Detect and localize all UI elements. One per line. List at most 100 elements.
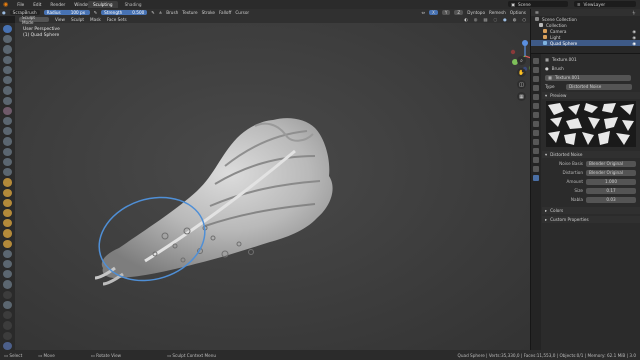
strength-pressure-icon[interactable]: ✎ bbox=[151, 10, 155, 15]
radius-pressure-icon[interactable]: ✎ bbox=[94, 10, 98, 15]
box-mask-icon[interactable] bbox=[3, 311, 12, 320]
slide-relax-icon[interactable] bbox=[3, 249, 12, 259]
3d-viewport[interactable]: Sculpt Mode View Sculpt Mask Face Sets ◐… bbox=[15, 16, 530, 350]
simplify-icon[interactable] bbox=[3, 280, 12, 289]
mask-icon[interactable] bbox=[3, 290, 12, 299]
layer-icon[interactable] bbox=[3, 76, 12, 85]
smooth-icon[interactable] bbox=[3, 116, 12, 126]
world-tab-icon[interactable] bbox=[533, 103, 539, 109]
type-dropdown[interactable]: Distorted Noise bbox=[566, 83, 632, 90]
status-rotate: ▭ Rotate View bbox=[91, 353, 121, 358]
pan-hand-icon[interactable]: ✋ bbox=[517, 68, 526, 77]
axis-y-toggle[interactable]: Y bbox=[441, 10, 451, 15]
inflate-icon[interactable] bbox=[3, 86, 12, 95]
data-tab-icon[interactable] bbox=[533, 157, 539, 163]
colors-section-header[interactable]: ▸ Colors bbox=[542, 207, 640, 214]
modifier-tab-icon[interactable] bbox=[533, 121, 539, 127]
direction-icon[interactable]: ± bbox=[159, 10, 163, 15]
blender-logo-icon[interactable]: ◉ bbox=[3, 1, 8, 8]
menu-stroke[interactable]: Stroke bbox=[202, 10, 215, 15]
boundary-icon[interactable] bbox=[3, 260, 12, 269]
distorted-noise-section-header[interactable]: ▾ Distorted Noise bbox=[542, 151, 640, 158]
brush-icon[interactable]: ● bbox=[2, 10, 6, 15]
noise-basis-dropdown[interactable]: Blender Original bbox=[586, 160, 636, 167]
tool-tab-icon[interactable] bbox=[533, 58, 539, 64]
brush-selector[interactable]: ScrapBrush bbox=[9, 10, 40, 15]
tab-sculpting[interactable]: Sculpting bbox=[88, 1, 118, 8]
clay-icon[interactable] bbox=[3, 45, 12, 54]
eye-icon[interactable]: ◉ bbox=[632, 35, 636, 40]
options-menu[interactable]: Options bbox=[510, 10, 526, 15]
symmetry-icon[interactable]: ⇔ bbox=[421, 10, 425, 15]
crease-icon[interactable] bbox=[3, 106, 12, 115]
strength-field[interactable]: Strength 0.500 bbox=[101, 10, 148, 15]
texture-tab-icon[interactable] bbox=[533, 175, 539, 181]
preview-section-header[interactable]: ▾ Preview bbox=[542, 92, 640, 99]
snake-hook-icon[interactable] bbox=[3, 198, 12, 207]
camera-view-icon[interactable]: ◫ bbox=[517, 80, 526, 89]
render-tab-icon[interactable] bbox=[533, 67, 539, 73]
transform-icon[interactable] bbox=[3, 331, 12, 340]
amount-label: Amount bbox=[566, 179, 583, 184]
dyntopo-toggle[interactable]: Dyntopo bbox=[467, 10, 485, 15]
nudge-icon[interactable] bbox=[3, 229, 12, 238]
object-tab-icon[interactable] bbox=[533, 112, 539, 118]
output-tab-icon[interactable] bbox=[533, 76, 539, 82]
grab-icon[interactable] bbox=[3, 178, 12, 187]
radius-field[interactable]: Radius 100 px bbox=[43, 10, 90, 15]
thumb-icon[interactable] bbox=[3, 208, 12, 218]
fill-icon[interactable] bbox=[3, 137, 12, 146]
outliner-item-quad-sphere[interactable]: Quad Sphere ◉ bbox=[531, 40, 640, 46]
eye-icon[interactable]: ◉ bbox=[632, 29, 636, 34]
cloth-icon[interactable] bbox=[3, 270, 12, 279]
distortion-dropdown[interactable]: Blender Original bbox=[586, 169, 636, 176]
filter-icon[interactable]: ⏚ bbox=[632, 10, 636, 16]
physics-tab-icon[interactable] bbox=[533, 139, 539, 145]
pose-icon[interactable] bbox=[3, 219, 12, 228]
menu-edit[interactable]: Edit bbox=[33, 2, 41, 7]
particles-tab-icon[interactable] bbox=[533, 130, 539, 136]
menu-texture[interactable]: Texture bbox=[182, 10, 197, 15]
brush-row[interactable]: ● Brush bbox=[542, 65, 640, 72]
texture-selector[interactable]: ▦ Texture.001 bbox=[545, 74, 631, 81]
draw-face-sets-icon[interactable] bbox=[3, 300, 12, 310]
clay-thumb-icon[interactable] bbox=[3, 65, 12, 75]
tab-shading[interactable]: Shading bbox=[120, 1, 147, 8]
elastic-deform-icon[interactable] bbox=[3, 188, 12, 197]
display-mode-icon[interactable]: ☰ bbox=[535, 10, 539, 15]
menu-render[interactable]: Render bbox=[50, 2, 65, 7]
rotate-icon[interactable] bbox=[3, 239, 12, 248]
material-tab-icon[interactable] bbox=[533, 166, 539, 172]
menu-brush[interactable]: Brush bbox=[166, 10, 178, 15]
flatten-icon[interactable] bbox=[3, 127, 12, 136]
nabla-field[interactable]: 0.03 bbox=[586, 196, 636, 203]
perspective-grid-icon[interactable]: ▦ bbox=[517, 92, 526, 101]
draw-sharp-icon[interactable] bbox=[3, 35, 12, 44]
menu-falloff[interactable]: Falloff bbox=[219, 10, 231, 15]
mesh-body bbox=[101, 118, 333, 278]
axis-z-toggle[interactable]: Z bbox=[454, 10, 464, 15]
remesh-menu[interactable]: Remesh bbox=[489, 10, 506, 15]
zoom-icon[interactable]: ⌕ bbox=[517, 56, 526, 65]
menu-cursor[interactable]: Cursor bbox=[235, 10, 249, 15]
custom-properties-section-header[interactable]: ▸ Custom Properties bbox=[542, 216, 640, 223]
eye-icon[interactable]: ◉ bbox=[632, 41, 636, 46]
constraints-tab-icon[interactable] bbox=[533, 148, 539, 154]
view-layer-tab-icon[interactable] bbox=[533, 85, 539, 91]
amount-field[interactable]: 1.000 bbox=[586, 178, 636, 185]
outliner-item-label: Quad Sphere bbox=[550, 40, 578, 46]
pinch-icon[interactable] bbox=[3, 168, 12, 177]
blob-icon[interactable] bbox=[3, 96, 12, 105]
view-layer-selector[interactable]: ≡ ViewLayer bbox=[574, 1, 636, 7]
size-field[interactable]: 0.17 bbox=[586, 187, 636, 194]
scrape-icon[interactable] bbox=[3, 147, 12, 156]
multiplane-scrape-icon[interactable] bbox=[3, 157, 12, 167]
draw-brush-icon[interactable] bbox=[3, 25, 12, 34]
clay-strips-icon[interactable] bbox=[3, 55, 12, 64]
annotate-icon[interactable] bbox=[3, 341, 12, 350]
axis-x-toggle[interactable]: X bbox=[428, 10, 438, 15]
lasso-mask-icon[interactable] bbox=[3, 321, 12, 330]
scene-tab-icon[interactable] bbox=[533, 94, 539, 100]
scene-selector[interactable]: ▣ Scene bbox=[508, 1, 568, 7]
menu-file[interactable]: File bbox=[17, 2, 24, 7]
